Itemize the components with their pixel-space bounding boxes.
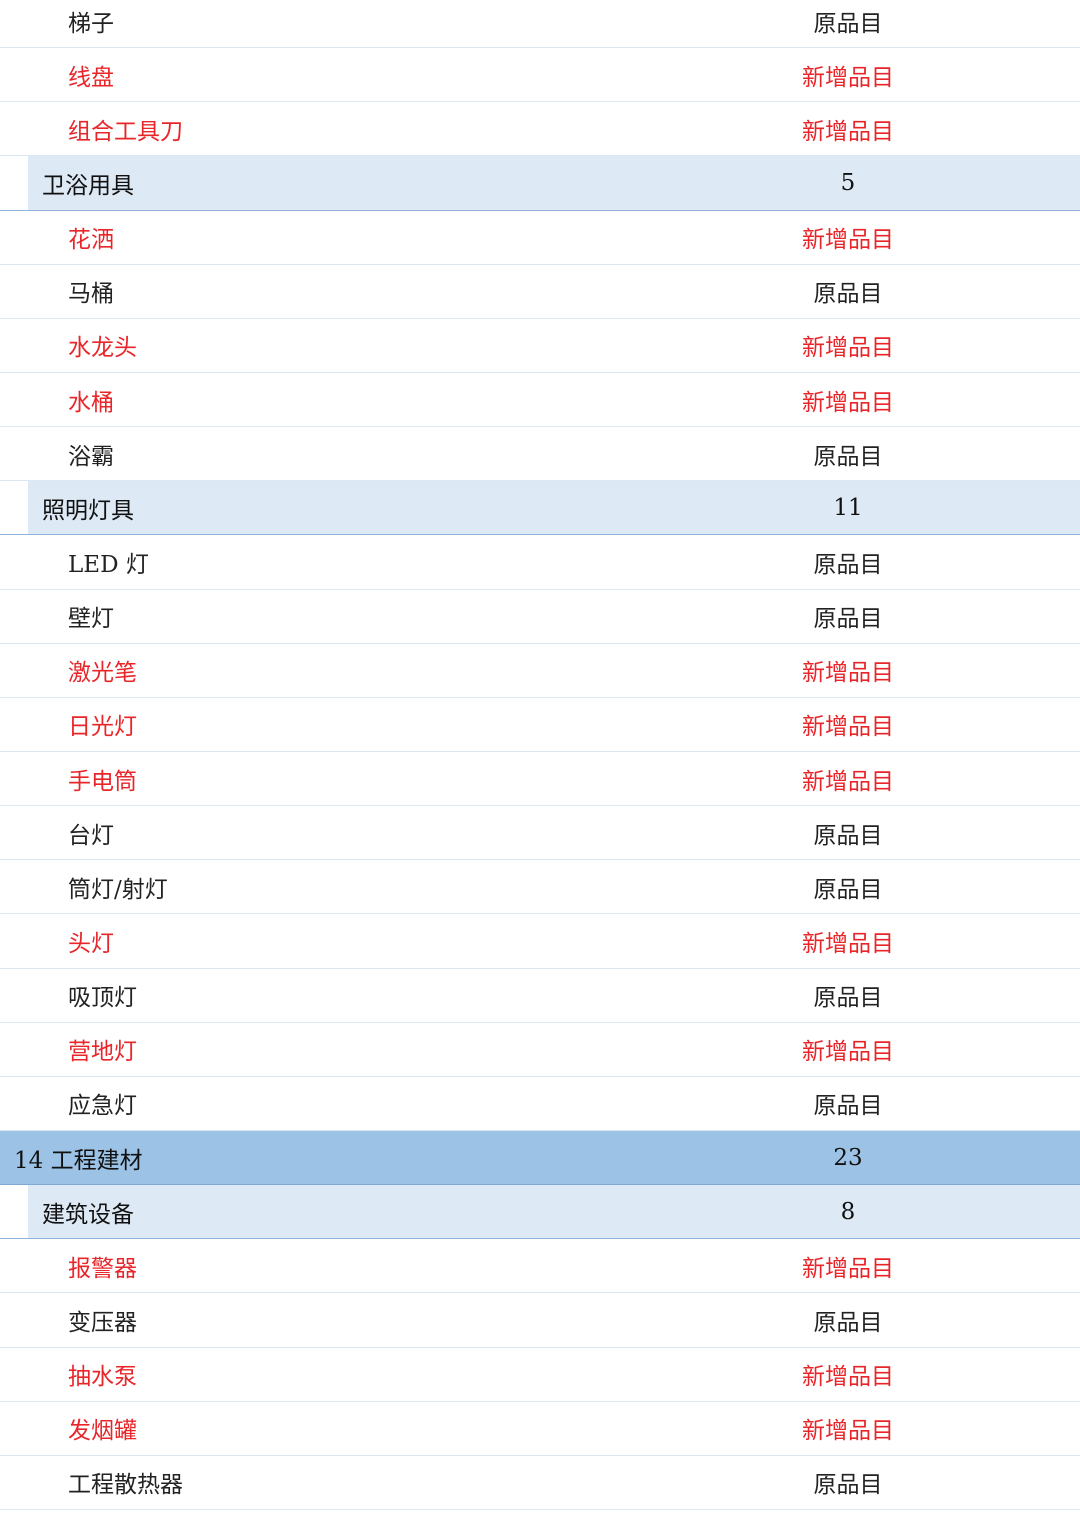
item-row: LED 灯 原品目 bbox=[0, 535, 1080, 590]
item-count: 23 bbox=[833, 1144, 863, 1171]
item-status: 原品目 bbox=[813, 822, 883, 849]
item-name: 手电筒 bbox=[68, 768, 137, 795]
item-name: 筒灯/射灯 bbox=[68, 876, 168, 903]
item-status: 新增品目 bbox=[802, 930, 894, 957]
item-status: 新增品目 bbox=[802, 1364, 894, 1391]
category-name: 14 工程建材 bbox=[14, 1147, 143, 1174]
item-status: 新增品目 bbox=[802, 714, 894, 741]
item-row: 抽水泵 新增品目 bbox=[0, 1348, 1080, 1402]
item-row: 手电筒 新增品目 bbox=[0, 752, 1080, 807]
item-count: 11 bbox=[833, 494, 863, 521]
item-row: 报警器 新增品目 bbox=[0, 1239, 1080, 1294]
item-status: 原品目 bbox=[813, 443, 883, 470]
item-row: 组合工具刀 新增品目 bbox=[0, 102, 1080, 157]
item-name: 抽水泵 bbox=[68, 1364, 137, 1391]
item-status: 原品目 bbox=[813, 1093, 883, 1120]
item-status: 新增品目 bbox=[802, 118, 894, 145]
item-name: 马桶 bbox=[68, 281, 114, 308]
subcategory-name: 建筑设备 bbox=[42, 1201, 134, 1228]
subcategory-name: 卫浴用具 bbox=[42, 172, 134, 199]
item-status: 原品目 bbox=[813, 1472, 883, 1499]
subcategory-name: 照明灯具 bbox=[42, 497, 134, 524]
item-count: 5 bbox=[840, 169, 856, 196]
item-row: 花洒 新增品目 bbox=[0, 211, 1080, 265]
item-row: 变压器 原品目 bbox=[0, 1293, 1080, 1348]
item-status: 新增品目 bbox=[802, 1418, 894, 1445]
item-status: 原品目 bbox=[813, 10, 883, 37]
item-row: 台灯 原品目 bbox=[0, 806, 1080, 861]
item-status: 原品目 bbox=[813, 1309, 883, 1336]
item-row: 激光笔 新增品目 bbox=[0, 644, 1080, 698]
category-table: 梯子 原品目 线盘 新增品目 组合工具刀 新增品目 卫浴用具 5 花洒 新增品目 马桶 原品目 水龙头新… bbox=[0, 0, 1080, 1510]
item-status: 新增品目 bbox=[802, 768, 894, 795]
item-status: 原品目 bbox=[813, 281, 883, 308]
item-name: 台灯 bbox=[68, 822, 114, 849]
item-name: 激光笔 bbox=[68, 660, 137, 687]
item-name: 头灯 bbox=[68, 930, 114, 957]
item-row: 壁灯 原品目 bbox=[0, 590, 1080, 644]
item-row: 水龙头 新增品目 bbox=[0, 319, 1080, 373]
item-status: 新增品目 bbox=[802, 660, 894, 687]
item-status: 新增品目 bbox=[802, 227, 894, 254]
item-count: 8 bbox=[840, 1198, 856, 1225]
subcategory-row: 照明灯具 11 bbox=[0, 481, 1080, 536]
item-name: 报警器 bbox=[68, 1255, 137, 1282]
item-row: 水桶 新增品目 bbox=[0, 373, 1080, 428]
subcategory-row: 建筑设备 8 bbox=[0, 1185, 1080, 1240]
item-row: 梯子 原品目 bbox=[0, 0, 1080, 49]
item-row: 日光灯 新增品目 bbox=[0, 698, 1080, 752]
item-row: 应急灯 原品目 bbox=[0, 1077, 1080, 1131]
item-row: 线盘 新增品目 bbox=[0, 48, 1080, 103]
item-status: 新增品目 bbox=[802, 1255, 894, 1282]
item-row: 营地灯 新增品目 bbox=[0, 1023, 1080, 1077]
item-name: 应急灯 bbox=[68, 1093, 137, 1120]
item-name: 线盘 bbox=[68, 64, 114, 91]
item-row: 吸顶灯 原品目 bbox=[0, 969, 1080, 1023]
subcategory-row: 卫浴用具 5 bbox=[0, 156, 1080, 211]
item-name: 花洒 bbox=[68, 227, 114, 254]
item-name: 壁灯 bbox=[68, 606, 114, 633]
item-row: 工程散热器 原品目 bbox=[0, 1456, 1080, 1510]
item-status: 新增品目 bbox=[802, 335, 894, 362]
item-name: 吸顶灯 bbox=[68, 985, 137, 1012]
item-status: 新增品目 bbox=[802, 64, 894, 91]
item-row: 头灯 新增品目 bbox=[0, 914, 1080, 969]
item-status: 原品目 bbox=[813, 876, 883, 903]
item-name: 组合工具刀 bbox=[68, 118, 183, 145]
item-name: 发烟罐 bbox=[68, 1418, 137, 1445]
item-name: 工程散热器 bbox=[68, 1472, 183, 1499]
item-row: 筒灯/射灯 原品目 bbox=[0, 860, 1080, 915]
item-name: 水桶 bbox=[68, 389, 114, 416]
item-status: 原品目 bbox=[813, 551, 883, 578]
item-row: 马桶 原品目 bbox=[0, 265, 1080, 319]
item-name: 营地灯 bbox=[68, 1039, 137, 1066]
item-name: 水龙头 bbox=[68, 335, 137, 362]
item-status: 原品目 bbox=[813, 606, 883, 633]
item-name: 变压器 bbox=[68, 1309, 137, 1336]
item-name: 浴霸 bbox=[68, 443, 114, 470]
item-status: 新增品目 bbox=[802, 1039, 894, 1066]
item-row: 发烟罐 新增品目 bbox=[0, 1402, 1080, 1456]
item-row: 浴霸 原品目 bbox=[0, 427, 1080, 482]
item-name: 梯子 bbox=[68, 10, 114, 37]
category-row: 14 工程建材 23 bbox=[0, 1130, 1080, 1186]
item-status: 原品目 bbox=[813, 985, 883, 1012]
item-name: 日光灯 bbox=[68, 714, 137, 741]
item-name: LED 灯 bbox=[68, 551, 149, 578]
item-status: 新增品目 bbox=[802, 389, 894, 416]
